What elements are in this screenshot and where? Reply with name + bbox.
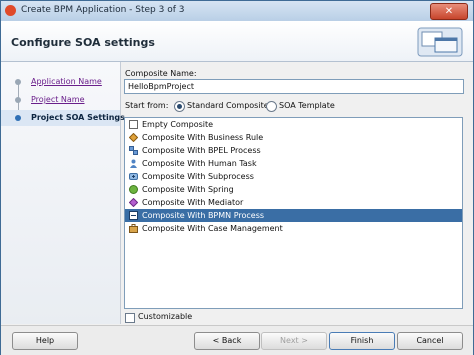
business-rule-icon xyxy=(129,133,138,142)
subprocess-icon xyxy=(129,173,138,180)
list-item[interactable]: Composite With Subprocess xyxy=(125,170,462,183)
list-item-label: Composite With Spring xyxy=(142,185,234,194)
soa-settings-form: Composite Name: HelloBpmProject Start fr… xyxy=(123,62,471,324)
close-button[interactable]: ✕ xyxy=(430,3,468,20)
composite-template-list[interactable]: Empty Composite Composite With Business … xyxy=(124,117,463,309)
list-item[interactable]: Composite With Human Task xyxy=(125,157,462,170)
list-item-label: Composite With BPMN Process xyxy=(142,211,265,220)
composite-name-input[interactable]: HelloBpmProject xyxy=(124,79,464,94)
cancel-button[interactable]: Cancel xyxy=(397,332,463,350)
empty-composite-icon xyxy=(129,120,138,129)
list-item-label: Composite With Case Management xyxy=(142,224,283,233)
list-item[interactable]: Composite With Case Management xyxy=(125,222,462,235)
soa-template-radio[interactable] xyxy=(266,101,277,112)
window-title: Create BPM Application - Step 3 of 3 xyxy=(21,5,185,15)
step-label: Project SOA Settings xyxy=(31,113,125,122)
bpel-process-icon xyxy=(129,146,138,155)
list-item-label: Composite With Human Task xyxy=(142,159,257,168)
dialog-window: Create BPM Application - Step 3 of 3 ✕ C… xyxy=(0,0,474,355)
list-item[interactable]: Composite With Business Rule xyxy=(125,131,462,144)
next-button[interactable]: Next > xyxy=(261,332,327,350)
wizard-footer: Help < Back Next > Finish Cancel xyxy=(1,325,473,355)
step-icon xyxy=(15,79,21,85)
wizard-header: Configure SOA settings xyxy=(1,21,473,62)
page-title: Configure SOA settings xyxy=(11,36,155,49)
list-item-label: Composite With Subprocess xyxy=(142,172,254,181)
list-item-selected[interactable]: Composite With BPMN Process xyxy=(125,209,462,222)
list-item-label: Composite With Mediator xyxy=(142,198,244,207)
list-item[interactable]: Empty Composite xyxy=(125,118,462,131)
step-label[interactable]: Application Name xyxy=(31,77,102,86)
step-current-icon xyxy=(15,115,21,121)
list-item[interactable]: Composite With Mediator xyxy=(125,196,462,209)
list-item[interactable]: Composite With BPEL Process xyxy=(125,144,462,157)
bpmn-process-icon xyxy=(129,211,138,220)
case-management-icon xyxy=(129,224,138,233)
customizable-checkbox[interactable] xyxy=(125,313,135,323)
finish-button[interactable]: Finish xyxy=(329,332,395,350)
composite-name-label: Composite Name: xyxy=(125,69,197,78)
mediator-icon xyxy=(129,198,138,207)
step-label[interactable]: Project Name xyxy=(31,95,85,104)
customizable-label[interactable]: Customizable xyxy=(138,312,192,322)
standard-composite-radio[interactable] xyxy=(174,101,185,112)
help-button[interactable]: Help xyxy=(12,332,78,350)
step-project-soa-settings[interactable]: Project SOA Settings xyxy=(1,110,125,126)
list-item-label: Composite With BPEL Process xyxy=(142,146,261,155)
list-item[interactable]: Composite With Spring xyxy=(125,183,462,196)
list-item-label: Empty Composite xyxy=(142,120,214,129)
list-item-label: Composite With Business Rule xyxy=(142,133,264,142)
standard-composite-label[interactable]: Standard Composite xyxy=(187,100,269,112)
back-button[interactable]: < Back xyxy=(194,332,260,350)
human-task-icon xyxy=(130,159,137,168)
app-icon xyxy=(5,5,16,16)
wizard-steps-panel: Application Name Project Name Project SO… xyxy=(1,62,125,324)
start-from-label: Start from: xyxy=(125,101,169,110)
wizard-banner-icon xyxy=(417,27,463,57)
spring-icon xyxy=(129,185,138,194)
title-bar[interactable]: Create BPM Application - Step 3 of 3 ✕ xyxy=(1,1,473,22)
soa-template-label[interactable]: SOA Template xyxy=(279,100,335,112)
step-icon xyxy=(15,97,21,103)
